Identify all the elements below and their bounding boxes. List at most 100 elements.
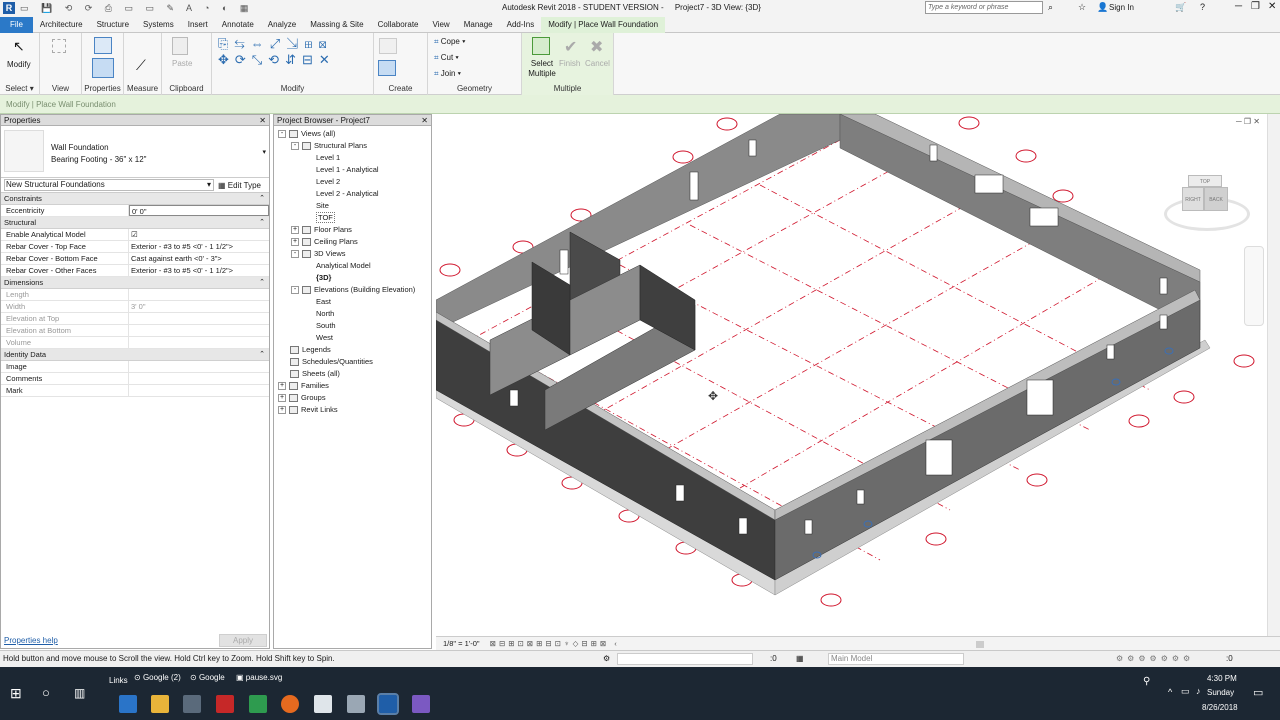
tab-massing-site[interactable]: Massing & Site	[303, 17, 370, 33]
modify-cursor-icon[interactable]: ↖	[13, 38, 25, 55]
tree-item[interactable]: South	[274, 320, 431, 332]
tree-item[interactable]: - 3D Views	[274, 248, 431, 260]
cortana-icon[interactable]: ○	[42, 685, 50, 700]
select-multiple-button[interactable]: Select Multiple	[526, 59, 558, 79]
properties-icon[interactable]	[92, 58, 114, 78]
tree-item[interactable]: Level 2	[274, 176, 431, 188]
tree-item[interactable]: + Ceiling Plans	[274, 236, 431, 248]
vertical-scrollbar[interactable]	[1267, 114, 1280, 636]
restore-icon[interactable]: ❐	[1251, 1, 1260, 12]
finish-button[interactable]: Finish	[559, 59, 580, 68]
edit-type-button[interactable]: ▦ Edit Type	[218, 181, 261, 190]
selection-filter-icons[interactable]: ⚙⚙⚙⚙⚙⚙⚙	[1116, 651, 1194, 667]
expand-icon[interactable]: +	[278, 394, 286, 403]
model-select[interactable]: Main Model	[828, 653, 964, 665]
workset-select[interactable]	[617, 653, 753, 665]
tray-up-icon[interactable]: ^	[1168, 687, 1172, 697]
chevron-down-icon[interactable]: ▾	[262, 148, 266, 156]
tab-collaborate[interactable]: Collaborate	[371, 17, 426, 33]
cut-button[interactable]: ⌗ Cut ▾	[434, 53, 459, 63]
view-window-controls[interactable]: ─ ❐ ✕	[1236, 117, 1260, 126]
paste-button[interactable]: Paste	[172, 59, 192, 68]
tab-architecture[interactable]: Architecture	[33, 17, 90, 33]
finish-check-icon[interactable]: ✔	[564, 37, 577, 57]
tab-manage[interactable]: Manage	[457, 17, 500, 33]
task-view-icon[interactable]: ▥	[74, 686, 85, 700]
close-icon[interactable]: ✕	[1268, 1, 1276, 12]
collapse-icon[interactable]: ⌃	[259, 217, 265, 229]
cart-icon[interactable]: 🛒	[1175, 2, 1186, 13]
tab-systems[interactable]: Systems	[136, 17, 181, 33]
tree-item[interactable]: {3D}	[274, 272, 431, 284]
instance-filter-select[interactable]: New Structural Foundations ▾	[4, 179, 214, 191]
clock-day[interactable]: Sunday	[1207, 688, 1234, 697]
collapse-icon[interactable]: -	[278, 130, 286, 139]
view-cube[interactable]: RIGHT BACK TOP	[1164, 169, 1250, 239]
tab-add-ins[interactable]: Add-Ins	[500, 17, 542, 33]
property-value[interactable]	[129, 361, 269, 372]
select-dropdown[interactable]: Select ▾	[0, 84, 39, 93]
expand-icon[interactable]: +	[278, 382, 286, 391]
section-header[interactable]: Dimensions ⌃	[1, 277, 269, 289]
measure-icon[interactable]: ⟋	[136, 57, 146, 74]
network-icon[interactable]: ▭	[1181, 686, 1190, 697]
edge-icon[interactable]	[119, 695, 137, 713]
view-scale[interactable]: 1/8" = 1'-0"	[443, 639, 480, 648]
tree-item[interactable]: West	[274, 332, 431, 344]
tree-item[interactable]: - Structural Plans	[274, 140, 431, 152]
app-t-icon[interactable]	[216, 695, 234, 713]
tab-modify-place-wall-foundation[interactable]: Modify | Place Wall Foundation	[541, 16, 666, 33]
close-icon[interactable]: ✕	[259, 115, 266, 126]
expand-icon[interactable]: +	[291, 238, 299, 247]
drive-icon[interactable]	[249, 695, 267, 713]
worksets-icon[interactable]: ⚙	[603, 651, 610, 667]
apply-button[interactable]: Apply	[219, 634, 267, 647]
file-explorer-icon[interactable]	[151, 695, 169, 713]
tree-item[interactable]: Sheets (all)	[274, 368, 431, 380]
tree-item[interactable]: - Views (all)	[274, 128, 431, 140]
taskbar-link-1[interactable]: ⊙ Google (2)	[134, 673, 181, 682]
tab-structure[interactable]: Structure	[90, 17, 136, 33]
tab-analyze[interactable]: Analyze	[261, 17, 303, 33]
section-header[interactable]: Structural ⌃	[1, 217, 269, 229]
cancel-x-icon[interactable]: ✖	[590, 37, 603, 57]
view-control-icons[interactable]: ⊠⊟⊞⊡⊠⊞⊟⊡♆◇⊟⊞⊠ ‹	[490, 639, 620, 648]
tree-item[interactable]: + Groups	[274, 392, 431, 404]
navigation-bar[interactable]	[1244, 246, 1264, 326]
mail-icon[interactable]	[314, 695, 332, 713]
tab-insert[interactable]: Insert	[181, 17, 215, 33]
volume-icon[interactable]: ♪	[1196, 686, 1201, 696]
recorder-icon[interactable]	[412, 695, 430, 713]
taskbar-link-3[interactable]: ▣ pause.svg	[236, 673, 282, 682]
select-multiple-icon[interactable]	[532, 37, 550, 55]
tree-item[interactable]: + Revit Links	[274, 404, 431, 416]
clock-date[interactable]: 8/26/2018	[1202, 703, 1238, 712]
help-icon[interactable]: ?	[1200, 2, 1205, 12]
sign-in-button[interactable]: Sign In	[1109, 3, 1134, 12]
people-icon[interactable]: ⚲	[1143, 676, 1150, 687]
design-options-icon[interactable]: ▦	[796, 651, 804, 667]
type-selector[interactable]: Wall Foundation Bearing Footing - 36" x …	[1, 126, 269, 178]
property-value[interactable]: Exterior - #3 to #5 <0' - 1 1/2">	[129, 265, 269, 276]
collapse-icon[interactable]: ⌃	[259, 277, 265, 289]
tree-item[interactable]: Analytical Model	[274, 260, 431, 272]
action-center-icon[interactable]: ▭	[1253, 686, 1263, 699]
revit-icon[interactable]	[377, 693, 399, 715]
expand-icon[interactable]: +	[291, 226, 299, 235]
property-value[interactable]: Exterior - #3 to #5 <0' - 1 1/2">	[129, 241, 269, 252]
properties-help-link[interactable]: Properties help	[4, 636, 58, 645]
tree-item[interactable]: Site	[274, 200, 431, 212]
tree-item[interactable]: - Elevations (Building Elevation)	[274, 284, 431, 296]
modify-button[interactable]: Modify	[7, 60, 31, 69]
property-value[interactable]	[129, 385, 269, 396]
paste-icon[interactable]	[172, 37, 188, 55]
tab-file[interactable]: File	[0, 16, 33, 33]
start-windows-icon[interactable]: ⊞	[10, 685, 22, 702]
property-value[interactable]: Cast against earth <0' - 3">	[129, 253, 269, 264]
search-icon[interactable]: ⌕	[1048, 2, 1053, 13]
minimize-icon[interactable]: ─	[1235, 1, 1242, 12]
tree-item[interactable]: Level 1 - Analytical	[274, 164, 431, 176]
view-tools-icon[interactable]	[52, 39, 66, 53]
collapse-icon[interactable]: -	[291, 142, 299, 151]
property-value[interactable]	[129, 373, 269, 384]
